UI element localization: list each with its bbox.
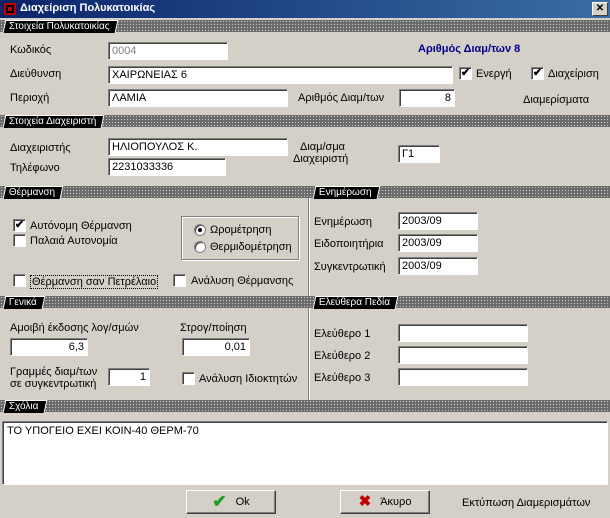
old-autonomy-label: Παλαιά Αυτονομία xyxy=(30,235,118,247)
phone-label: Τηλέφωνο xyxy=(10,162,60,174)
heating-update-divider xyxy=(308,198,310,296)
ok-button[interactable]: ✔ Ok xyxy=(186,490,276,514)
heat-meter-radio[interactable] xyxy=(194,241,206,253)
summary-field[interactable]: 2003/09 xyxy=(398,257,478,275)
apartments-link[interactable]: Διαμερίσματα xyxy=(523,94,589,106)
manager-name-field[interactable]: ΗΛΙΟΠΟΥΛΟΣ Κ. xyxy=(108,138,288,156)
area-label: Περιοχή xyxy=(10,92,50,104)
close-button[interactable]: ✕ xyxy=(592,2,608,16)
hour-meter-label: Ωρομέτρηση xyxy=(210,224,272,236)
address-field[interactable]: ΧΑΙΡΩΝΕΙΑΣ 6 xyxy=(108,66,453,84)
code-field[interactable]: 0004 xyxy=(108,42,228,60)
free-field3-label: Ελεύθερο 3 xyxy=(314,372,371,384)
free-field1-input[interactable] xyxy=(398,324,528,342)
ok-button-label: Ok xyxy=(235,496,250,509)
general-section-bar xyxy=(0,296,610,308)
manager-name-label: Διαχειριστής xyxy=(10,142,71,154)
fee-label: Αμοιβή έκδοσης λογ/σμών xyxy=(10,322,139,334)
cancel-button-label: Άκυρο xyxy=(380,496,412,509)
heating-section-tab: Θέρμανση xyxy=(2,186,64,199)
active-checkbox[interactable]: ✔ xyxy=(459,67,472,80)
x-icon: ✖ xyxy=(358,493,372,511)
fee-field[interactable]: 6,3 xyxy=(10,338,88,356)
management-checkbox[interactable]: ✔ xyxy=(531,67,544,80)
heating-analysis-checkbox[interactable] xyxy=(173,274,186,287)
summary-label: Συγκεντρωτική xyxy=(314,261,386,273)
owner-analysis-checkbox[interactable] xyxy=(182,372,195,385)
general-section-tab: Γενικά xyxy=(2,296,46,309)
heating-analysis-label: Ανάλυση Θέρμανσης xyxy=(191,275,294,287)
metering-group xyxy=(181,216,299,260)
free-field2-input[interactable] xyxy=(398,346,528,364)
phone-field[interactable]: 2231033336 xyxy=(108,158,226,176)
window-title: Διαχείριση Πολυκατοικίας xyxy=(20,2,156,14)
apartments-count-label: Αριθμός Διαμ/των xyxy=(298,92,385,104)
update-label: Ενημέρωση xyxy=(314,216,372,228)
print-apartments-link[interactable]: Εκτύπωση Διαμερισμάτων xyxy=(462,497,590,509)
oil-heating-checkbox[interactable] xyxy=(13,274,26,287)
notices-field[interactable]: 2003/09 xyxy=(398,234,478,252)
area-field[interactable]: ΛΑΜΙΑ xyxy=(108,89,288,107)
app-icon xyxy=(4,3,16,15)
lines-label-1: Γραμμές διαμ/των xyxy=(10,366,98,378)
code-label: Κωδικός xyxy=(10,44,52,56)
checkmark-icon: ✔ xyxy=(212,492,227,512)
oil-heating-label: Θέρμανση σαν Πετρέλαιο xyxy=(30,275,159,289)
manager-apartment-label-2: Διαχειριστή xyxy=(293,153,349,165)
notes-textarea[interactable]: ΤΟ ΥΠΟΓΕΙΟ ΕΧΕΙ ΚΟΙΝ-40 ΘΕΡΜ-70 xyxy=(2,421,608,485)
general-free-divider xyxy=(308,308,310,400)
hour-meter-radio[interactable] xyxy=(194,224,206,236)
management-label: Διαχείριση xyxy=(548,68,599,80)
update-field[interactable]: 2003/09 xyxy=(398,212,478,230)
rounding-label: Στρογ/ποίηση xyxy=(180,322,247,334)
old-autonomy-checkbox[interactable] xyxy=(13,234,26,247)
heating-section-bar xyxy=(0,186,610,198)
lines-field[interactable]: 1 xyxy=(108,368,150,386)
notes-section-tab: Σχόλια xyxy=(2,400,47,413)
update-section-tab: Ενημέρωση xyxy=(312,186,381,199)
free-field3-input[interactable] xyxy=(398,368,528,386)
notices-label: Ειδοποιητήρια xyxy=(314,238,384,250)
autonomous-heating-label: Αυτόνομη Θέρμανση xyxy=(30,220,132,232)
apartments-count-header: Αριθμός Διαμ/των 8 xyxy=(418,43,521,55)
free-field2-label: Ελεύθερο 2 xyxy=(314,350,371,362)
title-bar[interactable]: Διαχείριση Πολυκατοικίας ✕ xyxy=(0,0,610,18)
active-label: Ενεργή xyxy=(476,68,512,80)
heat-meter-label: Θερμιδομέτρηση xyxy=(210,241,292,253)
rounding-field[interactable]: 0,01 xyxy=(182,338,250,356)
building-section-tab: Στοιχεία Πολυκατοικίας xyxy=(2,20,119,33)
cancel-button[interactable]: ✖ Άκυρο xyxy=(340,490,430,514)
free-field1-label: Ελεύθερο 1 xyxy=(314,328,371,340)
manager-section-tab: Στοιχεία Διαχειριστή xyxy=(2,115,105,128)
manager-apartment-field[interactable]: Γ1 xyxy=(398,145,440,163)
free-fields-section-tab: Ελεύθερα Πεδία xyxy=(312,296,399,309)
notes-section-bar xyxy=(0,400,610,412)
owner-analysis-label: Ανάλυση Ιδιοκτητών xyxy=(199,373,298,385)
manager-apartment-label-1: Διαμ/σμα xyxy=(300,141,346,153)
autonomous-heating-checkbox[interactable]: ✔ xyxy=(13,219,26,232)
address-label: Διεύθυνση xyxy=(10,68,62,80)
lines-label-2: σε συγκεντρωτική xyxy=(10,378,97,390)
apartments-count-field[interactable]: 8 xyxy=(399,89,455,107)
